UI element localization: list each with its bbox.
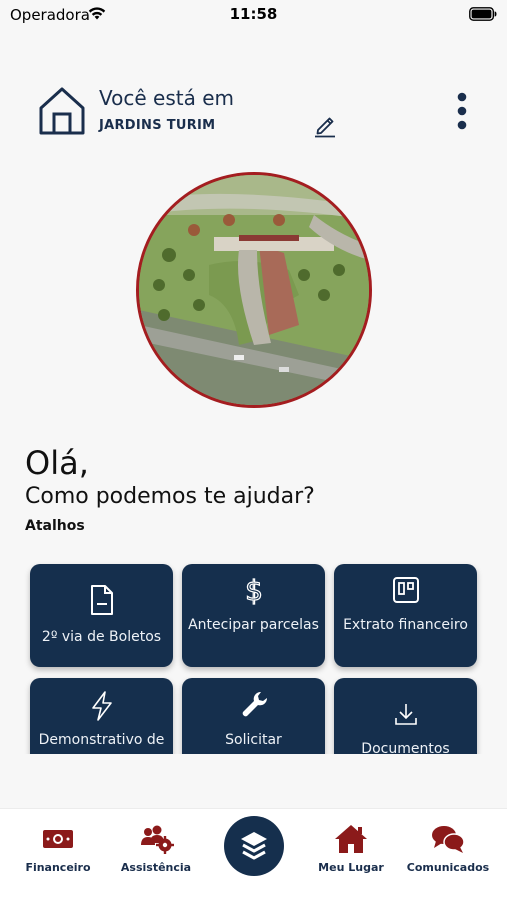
location-prefix: Você está em [99, 86, 234, 110]
shortcut-documentos[interactable]: Documentos [334, 678, 477, 754]
statement-icon [392, 577, 419, 603]
shortcut-label: Antecipar parcelas [188, 617, 319, 633]
shortcut-label: 2º via de Boletos [41, 629, 162, 645]
tab-label: Financeiro [25, 861, 91, 874]
home-outline-icon [39, 87, 85, 135]
tab-meu-lugar[interactable]: Meu Lugar [301, 817, 401, 887]
development-aerial-photo [136, 172, 372, 408]
tab-assistencia[interactable]: Assistência [106, 817, 206, 887]
people-gear-icon [141, 825, 174, 854]
tab-financeiro[interactable]: Financeiro [8, 817, 108, 887]
tab-comunicados[interactable]: Comunicados [398, 817, 498, 887]
tab-label: Meu Lugar [318, 861, 384, 874]
bottom-tab-bar: Financeiro Assistência Meu Lugar Comunic… [0, 808, 507, 900]
shortcuts-grid: 2º via de Boletos $ Antecipar parcelas E… [0, 556, 507, 754]
shortcut-demonstrativo[interactable]: Demonstrativo de [30, 678, 173, 754]
shortcut-label: Demonstrativo de [38, 732, 165, 748]
shortcuts-title: Atalhos [25, 518, 85, 534]
document-minus-icon [90, 585, 113, 615]
home-icon [335, 825, 367, 853]
location-header: Você está em JARDINS TURIM [0, 80, 507, 150]
center-menu-button[interactable] [224, 816, 284, 876]
download-icon [394, 704, 417, 725]
dollar-icon: $ [244, 574, 263, 606]
status-bar: Operadora 11:58 [0, 0, 507, 30]
shortcut-antecipar[interactable]: $ Antecipar parcelas [182, 564, 325, 667]
location-name: JARDINS TURIM [99, 118, 216, 133]
wrench-icon [242, 691, 267, 717]
layers-icon [241, 832, 267, 860]
money-icon [43, 830, 73, 848]
shortcut-label: Documentos [361, 741, 450, 754]
shortcut-solicitar[interactable]: Solicitar [182, 678, 325, 754]
shortcut-extrato[interactable]: Extrato financeiro [334, 564, 477, 667]
edit-pencil-icon[interactable] [313, 112, 337, 138]
svg-text:$: $ [245, 574, 263, 606]
greeting-title: Olá, [25, 444, 89, 482]
tab-label: Assistência [120, 861, 192, 874]
lightning-icon [91, 691, 112, 721]
chat-icon [432, 826, 465, 853]
clock: 11:58 [229, 5, 278, 23]
shortcut-boletos[interactable]: 2º via de Boletos [30, 564, 173, 667]
shortcut-label: Extrato financeiro [343, 617, 468, 633]
shortcut-label: Solicitar [225, 732, 282, 748]
battery-icon [469, 7, 497, 21]
tab-label: Comunicados [406, 861, 490, 874]
greeting-subtitle: Como podemos te ajudar? [25, 484, 315, 509]
more-vertical-icon[interactable] [452, 92, 472, 132]
